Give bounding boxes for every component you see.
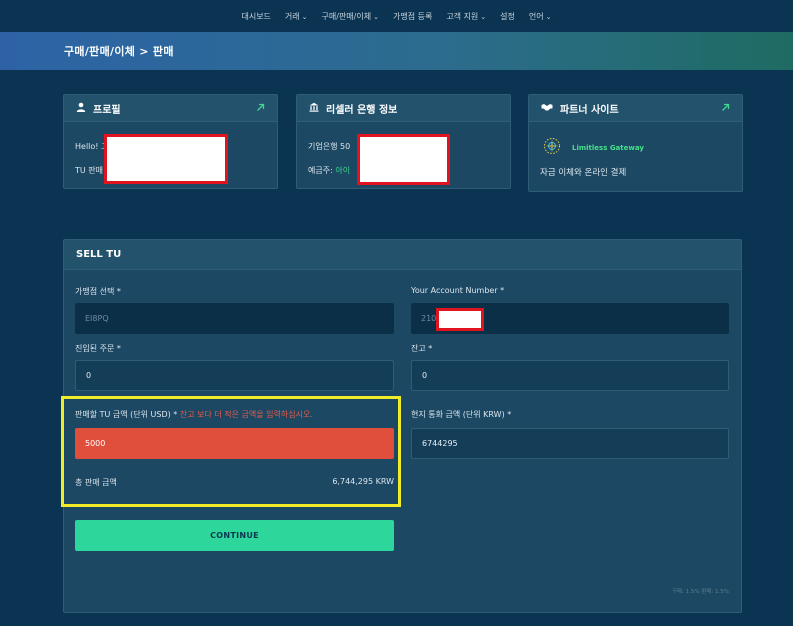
merchant-select-field[interactable]: EI8PQ	[75, 303, 394, 334]
chevron-down-icon: ⌄	[545, 12, 552, 21]
redaction-box	[104, 134, 228, 184]
local-amount-label: 현지 통화 금액 (단위 KRW) *	[411, 410, 512, 419]
globe-icon	[543, 137, 561, 159]
nav-language[interactable]: 언어 ⌄	[529, 11, 552, 22]
merchant-select-value: EI8PQ	[85, 314, 109, 323]
external-link-arrow-icon[interactable]	[256, 102, 265, 115]
redaction-box	[436, 308, 484, 331]
fee-info: 구매: 1.5% 판매: 1.5%	[671, 589, 729, 595]
merchant-select-label: 가맹점 선택 *	[75, 287, 121, 296]
partner-logo[interactable]: Limitless Gateway	[543, 137, 644, 159]
profile-card-header: 프로필	[64, 95, 277, 122]
breadcrumb: 구매/판매/이체 > 판매	[64, 45, 174, 58]
pending-orders-field[interactable]: 0	[75, 360, 394, 391]
nav-trade-label: 거래	[284, 11, 300, 21]
nav-merchant-register[interactable]: 가맹점 등록	[393, 11, 432, 22]
partner-description: 자금 이체와 온라인 결제	[540, 168, 627, 178]
nav-settings[interactable]: 설정	[500, 11, 515, 22]
bank-holder-value: 아이	[335, 166, 351, 175]
nav-settings-label: 설정	[500, 11, 515, 21]
bank-icon	[309, 102, 319, 115]
partner-site-card-title: 파트너 사이트	[560, 104, 619, 116]
balance-value: 0	[422, 371, 428, 380]
nav-buy-sell-transfer-label: 구매/판매/이체	[321, 11, 372, 21]
bank-holder-prefix: 예금주:	[308, 166, 336, 175]
handshake-icon	[541, 102, 553, 115]
nav-dashboard-label: 대시보드	[241, 11, 271, 21]
bank-info-card-header: 리셀러 은행 정보	[297, 95, 510, 122]
top-navigation: 대시보드 거래 ⌄ 구매/판매/이체 ⌄ 가맹점 등록 고객 지원 ⌄ 설정 언어 ⌄	[0, 0, 793, 32]
local-amount-value: 6744295	[422, 439, 458, 448]
partner-site-card: 파트너 사이트 Limitless Gateway 자금 이체와 온라인 결제	[528, 94, 743, 192]
partner-logo-text: Limitless Gateway	[572, 144, 644, 152]
profile-card-title: 프로필	[93, 104, 121, 116]
pending-orders-value: 0	[86, 371, 92, 380]
sell-tu-header: SELL TU	[64, 240, 741, 270]
account-number-value: 210	[421, 314, 437, 323]
highlight-box	[61, 396, 401, 507]
balance-field[interactable]: 0	[411, 360, 729, 391]
redaction-box	[357, 134, 450, 185]
continue-button[interactable]: CONTINUE	[75, 520, 394, 551]
bank-info-card-title: 리셀러 은행 정보	[326, 104, 398, 116]
chevron-down-icon: ⌄	[301, 12, 308, 21]
user-icon	[76, 102, 86, 115]
external-link-arrow-icon[interactable]	[721, 102, 730, 115]
nav-merchant-register-label: 가맹점 등록	[392, 11, 433, 21]
chevron-down-icon: ⌄	[480, 12, 487, 21]
nav-dashboard[interactable]: 대시보드	[241, 11, 270, 22]
bank-holder-line: 예금주: 아이	[308, 165, 350, 176]
profile-tu-sale: TU 판매	[75, 166, 104, 175]
pending-orders-label: 진입된 주문 *	[75, 344, 121, 353]
partner-site-card-header: 파트너 사이트	[529, 95, 742, 122]
chevron-down-icon: ⌄	[373, 12, 379, 21]
nav-buy-sell-transfer[interactable]: 구매/판매/이체 ⌄	[322, 11, 379, 22]
nav-support-label: 고객 지원	[446, 11, 479, 21]
local-amount-field[interactable]: 6744295	[411, 428, 729, 459]
continue-button-label: CONTINUE	[210, 531, 259, 540]
sell-tu-title: SELL TU	[76, 249, 122, 260]
breadcrumb-banner: 구매/판매/이체 > 판매	[0, 32, 793, 70]
nav-language-label: 언어	[528, 11, 544, 21]
nav-support[interactable]: 고객 지원 ⌄	[446, 11, 486, 22]
balance-label: 잔고 *	[411, 344, 433, 353]
bank-account-line: 기업은행 50	[308, 142, 351, 151]
account-number-label: Your Account Number *	[411, 286, 505, 295]
nav-trade[interactable]: 거래 ⌄	[285, 11, 308, 22]
